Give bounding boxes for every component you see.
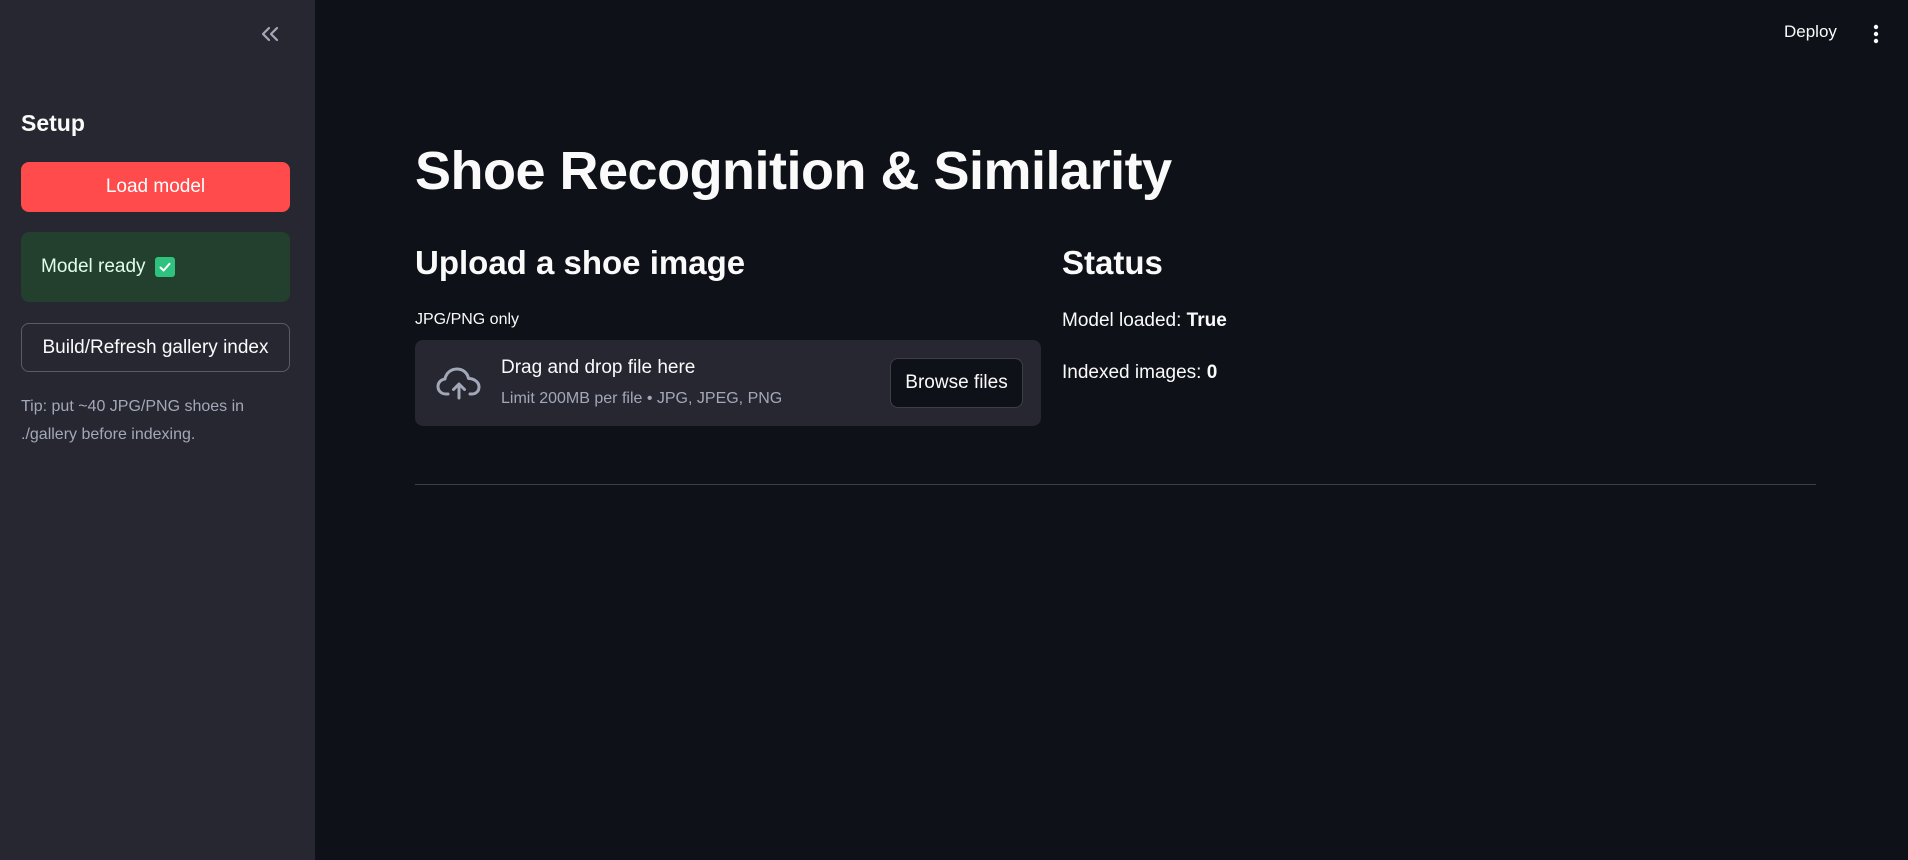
kebab-menu-icon bbox=[1873, 24, 1879, 44]
cloud-upload-icon bbox=[436, 367, 481, 400]
build-gallery-index-button[interactable]: Build/Refresh gallery index bbox=[21, 323, 290, 372]
double-chevron-left-icon bbox=[261, 26, 279, 42]
dropzone-limit: Limit 200MB per file • JPG, JPEG, PNG bbox=[501, 390, 783, 407]
status-heading: Status bbox=[1062, 244, 1163, 281]
model-loaded-value: True bbox=[1186, 310, 1227, 331]
dropzone-instructions: Drag and drop file here bbox=[501, 357, 696, 378]
uploader-label: JPG/PNG only bbox=[415, 311, 520, 328]
sidebar-tip: Tip: put ~40 JPG/PNG shoes in ./gallery … bbox=[21, 398, 245, 443]
app: Setup Load model Model ready Build/Refre… bbox=[0, 0, 1908, 860]
collapse-sidebar-button[interactable] bbox=[256, 20, 284, 48]
deploy-button[interactable]: Deploy bbox=[1784, 22, 1837, 42]
model-loaded-status: Model loaded: True bbox=[1062, 310, 1227, 332]
model-loaded-label: Model loaded: bbox=[1062, 310, 1182, 331]
browse-files-button[interactable]: Browse files bbox=[890, 358, 1023, 408]
sidebar: Setup Load model Model ready Build/Refre… bbox=[0, 0, 315, 860]
indexed-images-status: Indexed images: 0 bbox=[1062, 362, 1217, 384]
model-ready-alert: Model ready bbox=[21, 232, 290, 302]
indexed-images-label: Indexed images: bbox=[1062, 362, 1202, 383]
page-title: Shoe Recognition & Similarity bbox=[415, 141, 1172, 201]
check-box-icon bbox=[154, 257, 175, 277]
indexed-images-value: 0 bbox=[1206, 362, 1218, 383]
file-dropzone[interactable]: Drag and drop file here Limit 200MB per … bbox=[415, 340, 1041, 426]
sidebar-heading: Setup bbox=[21, 110, 85, 136]
model-ready-text: Model ready bbox=[41, 256, 146, 277]
section-divider bbox=[415, 484, 1816, 485]
load-model-button[interactable]: Load model bbox=[21, 162, 290, 212]
main-menu-button[interactable] bbox=[1866, 20, 1886, 48]
upload-heading: Upload a shoe image bbox=[415, 244, 746, 281]
